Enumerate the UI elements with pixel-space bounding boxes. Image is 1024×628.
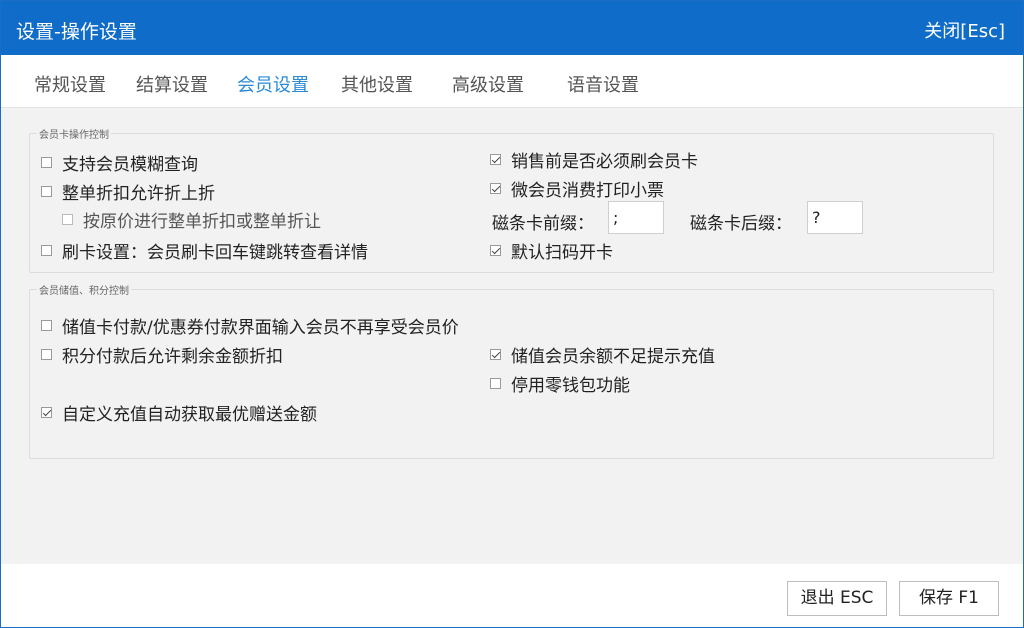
tab-general[interactable]: 常规设置 — [34, 71, 106, 97]
footer-bar: 退出 ESC 保存 F1 — [1, 564, 1023, 627]
default-scan-checkbox[interactable] — [490, 245, 501, 256]
auto-best-bonus-label: 自定义充值自动获取最优赠送金额 — [62, 405, 317, 425]
window-title: 设置-操作设置 — [16, 21, 137, 43]
disable-wallet-label: 停用零钱包功能 — [511, 376, 630, 396]
tab-advanced[interactable]: 高级设置 — [452, 71, 524, 97]
discount-on-discount-label: 整单折扣允许折上折 — [62, 184, 215, 204]
suffix-input[interactable] — [807, 201, 863, 234]
must-swipe-option[interactable]: 销售前是否必须刷会员卡 — [490, 147, 698, 172]
discount-on-discount-checkbox[interactable] — [41, 186, 52, 197]
stored-value-group-title: 会员储值、积分控制 — [37, 282, 131, 297]
points-discount-label: 积分付款后允许剩余金额折扣 — [62, 347, 283, 367]
auto-best-bonus-option[interactable]: 自定义充值自动获取最优赠送金额 — [41, 400, 317, 425]
close-button[interactable]: 关闭[Esc] — [924, 17, 1005, 43]
fuzzy-query-checkbox[interactable] — [41, 157, 52, 168]
tab-checkout[interactable]: 结算设置 — [136, 71, 208, 97]
low-balance-checkbox[interactable] — [490, 349, 501, 360]
must-swipe-checkbox[interactable] — [490, 154, 501, 165]
discount-on-discount-option[interactable]: 整单折扣允许折上折 — [41, 179, 215, 204]
wechat-print-checkbox[interactable] — [490, 183, 501, 194]
member-card-group-title: 会员卡操作控制 — [37, 126, 111, 141]
title-bar: 设置-操作设置 关闭[Esc] — [1, 1, 1023, 55]
tab-bar: 常规设置 结算设置 会员设置 其他设置 高级设置 语音设置 — [1, 55, 1023, 107]
default-scan-option[interactable]: 默认扫码开卡 — [490, 238, 613, 263]
fuzzy-query-label: 支持会员模糊查询 — [62, 155, 198, 175]
low-balance-option[interactable]: 储值会员余额不足提示充值 — [490, 342, 715, 367]
suffix-label: 磁条卡后缀： — [690, 214, 792, 234]
tab-other[interactable]: 其他设置 — [341, 71, 413, 97]
low-balance-label: 储值会员余额不足提示充值 — [511, 347, 715, 367]
no-member-price-label: 储值卡付款/优惠券付款界面输入会员不再享受会员价 — [62, 318, 459, 338]
no-member-price-option[interactable]: 储值卡付款/优惠券付款界面输入会员不再享受会员价 — [41, 313, 459, 338]
exit-button[interactable]: 退出 ESC — [787, 581, 887, 616]
settings-window: 设置-操作设置 关闭[Esc] 常规设置 结算设置 会员设置 其他设置 高级设置… — [0, 0, 1024, 628]
wechat-print-option[interactable]: 微会员消费打印小票 — [490, 176, 664, 201]
points-discount-checkbox[interactable] — [41, 349, 52, 360]
swipe-setting-option[interactable]: 刷卡设置：会员刷卡回车键跳转查看详情 — [41, 238, 368, 263]
auto-best-bonus-checkbox[interactable] — [41, 407, 52, 418]
prefix-label: 磁条卡前缀： — [492, 214, 594, 234]
swipe-setting-label: 刷卡设置：会员刷卡回车键跳转查看详情 — [62, 243, 368, 263]
original-price-discount-label: 按原价进行整单折扣或整单折让 — [83, 212, 321, 232]
default-scan-label: 默认扫码开卡 — [511, 243, 613, 263]
save-button[interactable]: 保存 F1 — [899, 581, 999, 616]
no-member-price-checkbox[interactable] — [41, 320, 52, 331]
prefix-input[interactable] — [608, 201, 664, 234]
tab-member[interactable]: 会员设置 — [237, 71, 309, 97]
points-discount-option[interactable]: 积分付款后允许剩余金额折扣 — [41, 342, 283, 367]
original-price-discount-option[interactable]: 按原价进行整单折扣或整单折让 — [62, 207, 321, 232]
must-swipe-label: 销售前是否必须刷会员卡 — [511, 152, 698, 172]
fuzzy-query-option[interactable]: 支持会员模糊查询 — [41, 150, 198, 175]
disable-wallet-checkbox[interactable] — [490, 378, 501, 389]
swipe-setting-checkbox[interactable] — [41, 245, 52, 256]
wechat-print-label: 微会员消费打印小票 — [511, 181, 664, 201]
disable-wallet-option[interactable]: 停用零钱包功能 — [490, 371, 630, 396]
settings-content: 会员卡操作控制 支持会员模糊查询 整单折扣允许折上折 按原价进行整单折扣或整单折… — [1, 107, 1023, 564]
tab-voice[interactable]: 语音设置 — [567, 71, 639, 97]
original-price-discount-checkbox[interactable] — [62, 214, 73, 225]
